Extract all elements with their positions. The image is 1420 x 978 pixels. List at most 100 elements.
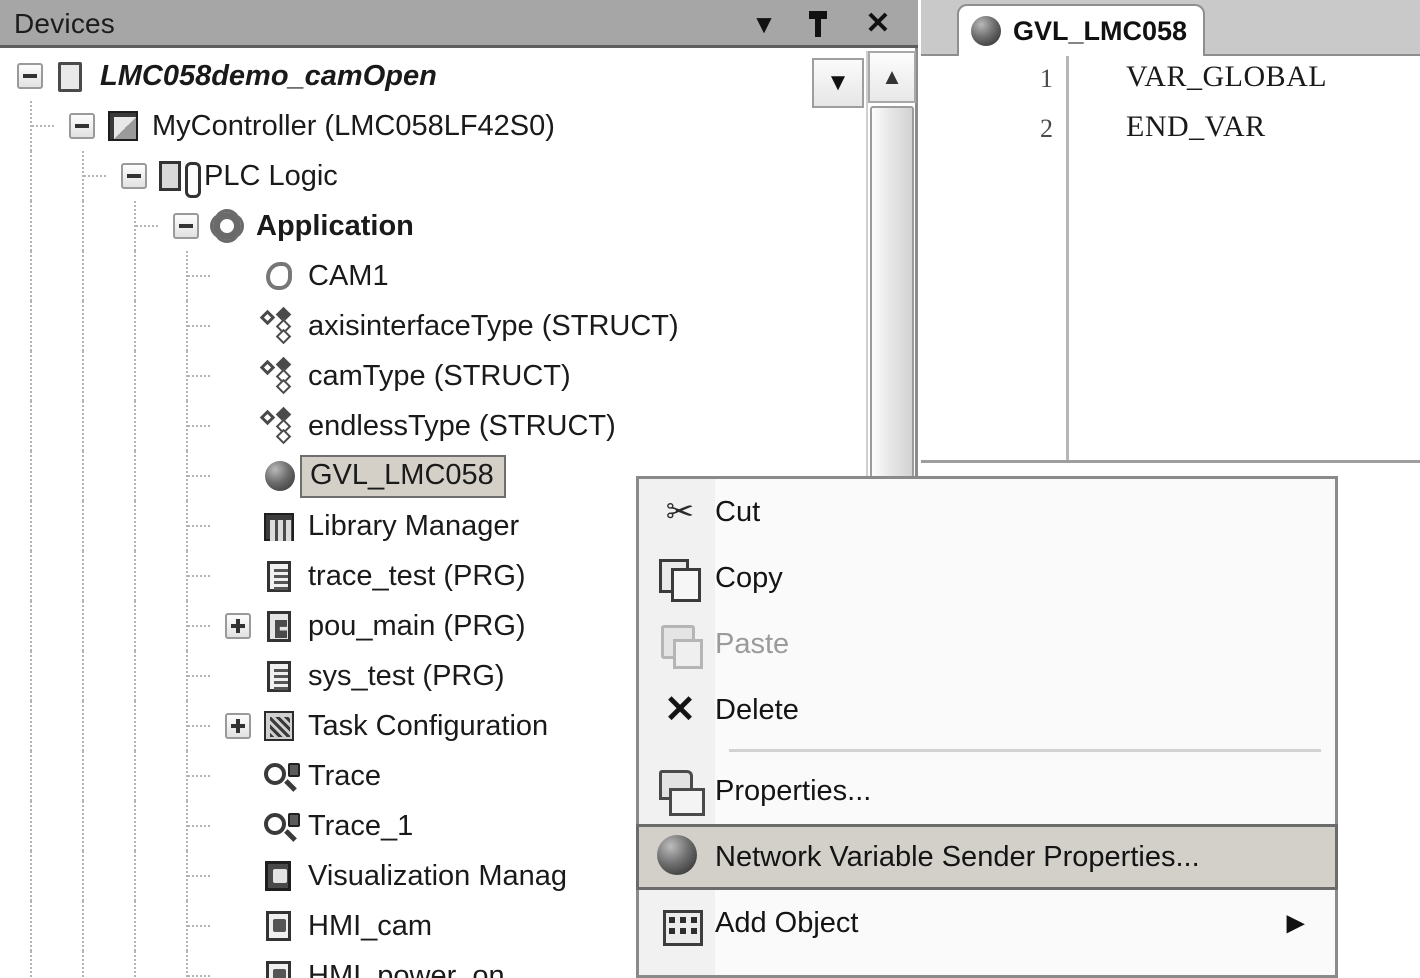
tree-item-cam1[interactable]: CAM1 (0, 251, 853, 301)
task-icon (260, 707, 298, 745)
pin-glyph (808, 11, 828, 37)
tree-item-label: MyController (LMC058LF42S0) (152, 109, 555, 142)
tree-guide-line (134, 601, 136, 651)
tree-item-endlesstype-struct[interactable]: endlessType (STRUCT) (0, 401, 853, 451)
delete-icon: ✕ (664, 689, 696, 731)
gvl-icon (639, 824, 715, 890)
tree-guide-line (82, 351, 84, 401)
app-root: Devices ▼ ✕ LMC058demo_camOpen MyControll… (0, 0, 1420, 978)
tree-guide-line (188, 375, 210, 377)
tree-guide-line (136, 225, 158, 227)
tree-guide-line (134, 301, 136, 351)
tree-guide-line (134, 501, 136, 551)
expand-icon[interactable] (225, 613, 251, 639)
code-area[interactable]: 1 VAR_GLOBAL 2 END_VAR (921, 56, 1420, 460)
collapse-icon[interactable] (173, 213, 199, 239)
context-menu[interactable]: ✂ Cut Copy Paste ✕ Delete Properties... Network… (636, 476, 1338, 978)
code-line[interactable]: 2 END_VAR (921, 106, 1420, 156)
menu-item-properties[interactable]: Properties... (639, 758, 1335, 824)
tree-guide-line (30, 401, 32, 451)
menu-item-cut[interactable]: ✂ Cut (639, 479, 1335, 545)
expand-icon[interactable] (225, 713, 251, 739)
menu-item-delete[interactable]: ✕ Delete (639, 677, 1335, 743)
tree-item-label: Task Configuration (308, 709, 549, 742)
tab-gvl-lmc058[interactable]: GVL_LMC058 (957, 4, 1206, 56)
tree-guide-line (188, 625, 210, 627)
tree-item-label: Visualization Manag (308, 859, 568, 892)
code-line[interactable]: 1 VAR_GLOBAL (921, 56, 1420, 106)
tree-dropdown-button[interactable]: ▼ (812, 58, 864, 108)
close-glyph: ✕ (865, 7, 891, 40)
tree-guide-line (188, 525, 210, 527)
tree-guide-line (30, 151, 32, 201)
tree-item-label: CAM1 (308, 259, 389, 292)
scissors-icon: ✂ (665, 493, 695, 531)
tree-guide-line (30, 501, 32, 551)
controller-icon (104, 107, 142, 145)
tree-guide-line (82, 201, 84, 251)
menu-item-network-variable-sender-properties[interactable]: Network Variable Sender Properties... (636, 824, 1338, 890)
gvl-icon (260, 457, 298, 495)
tree-guide-line (134, 801, 136, 851)
tree-guide-line (134, 251, 136, 301)
tree-guide-line (30, 901, 32, 951)
hmi-icon (260, 957, 298, 978)
submenu-arrow-icon: ▶ (1286, 909, 1305, 937)
tree-guide-line (134, 351, 136, 401)
tree-item-mycontroller-lmc058lf42s0[interactable]: MyController (LMC058LF42S0) (0, 101, 853, 151)
collapse-icon[interactable] (17, 63, 43, 89)
tree-guide-line (186, 951, 188, 978)
scrollbar-thumb[interactable] (870, 106, 914, 518)
tree-guide-line (188, 725, 210, 727)
menu-item-add-object[interactable]: Add Object ▶ (639, 890, 1335, 956)
tab-label: GVL_LMC058 (1013, 15, 1188, 46)
trace-icon (260, 807, 300, 845)
tree-item-lmc058demo-camopen[interactable]: LMC058demo_camOpen (0, 51, 853, 101)
code-text: END_VAR (1126, 110, 1266, 143)
tree-guide-line (82, 451, 84, 501)
tree-guide-line (134, 901, 136, 951)
tree-guide-line (134, 851, 136, 901)
line-number: 2 (1040, 114, 1053, 143)
tree-guide-line (188, 875, 210, 877)
code-text: VAR_GLOBAL (1126, 60, 1328, 93)
collapse-icon[interactable] (69, 113, 95, 139)
collapse-icon[interactable] (121, 163, 147, 189)
paste-icon (639, 611, 715, 677)
devices-titlebar: Devices ▼ ✕ (0, 0, 918, 48)
menu-item-label: Network Variable Sender Properties... (715, 840, 1200, 873)
tree-item-application[interactable]: Application (0, 201, 853, 251)
close-icon[interactable]: ✕ (856, 4, 900, 44)
struct-icon (259, 356, 298, 395)
tree-item-plc-logic[interactable]: PLC Logic (0, 151, 853, 201)
tree-guide-line (30, 451, 32, 501)
menu-item-copy[interactable]: Copy (639, 545, 1335, 611)
tree-guide-line (30, 651, 32, 701)
tree-item-camtype-struct[interactable]: camType (STRUCT) (0, 351, 853, 401)
pin-icon[interactable] (796, 4, 840, 44)
tree-item-label: LMC058demo_camOpen (100, 59, 437, 92)
tree-guide-line (134, 401, 136, 451)
line-number: 1 (1040, 64, 1053, 93)
tree-guide-line (82, 651, 84, 701)
dropdown-icon[interactable]: ▼ (742, 4, 786, 44)
editor-tab-strip: GVL_LMC058 (921, 0, 1420, 56)
tree-guide-line (30, 551, 32, 601)
dropdown-glyph: ▼ (751, 9, 777, 39)
scroll-up-button[interactable]: ▲ (868, 51, 916, 103)
tree-item-axisinterfacetype-struct[interactable]: axisinterfaceType (STRUCT) (0, 301, 853, 351)
tree-guide-line (82, 251, 84, 301)
tree-item-label: Trace_1 (308, 809, 414, 842)
panel-title: Devices (14, 8, 115, 39)
tree-guide-line (30, 951, 32, 978)
project-icon (52, 57, 96, 95)
struct-icon (259, 306, 298, 345)
